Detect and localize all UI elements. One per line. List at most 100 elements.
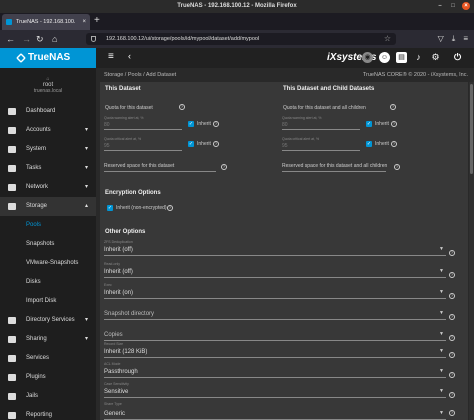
help-icon[interactable]: ?	[449, 335, 455, 341]
help-icon[interactable]: ?	[179, 104, 185, 110]
reserved-space-field[interactable]: Reserved space for this dataset	[104, 162, 216, 172]
sidebar-item-jails[interactable]: Jails	[0, 387, 96, 406]
sidebar-item-storage[interactable]: Storage ▴	[0, 197, 96, 216]
help-icon[interactable]: ?	[390, 104, 396, 110]
case-sensitivity-select[interactable]: Case Sensitivity Sensitive ▼	[104, 382, 446, 398]
sidebar-item-label: Sharing	[26, 336, 47, 342]
field-value: 95	[282, 143, 288, 149]
scrollbar[interactable]	[469, 82, 474, 420]
sidebar-item-dashboard[interactable]: Dashboard	[0, 102, 96, 121]
inherit-checkbox[interactable]: ✓	[366, 121, 372, 127]
help-icon[interactable]: ?	[449, 314, 455, 320]
menu-icon[interactable]: ≡	[463, 33, 468, 45]
help-icon[interactable]: ?	[167, 205, 173, 211]
sidebar-item-label: Storage	[26, 203, 48, 209]
inherit-encryption-checkbox[interactable]: ✓	[107, 205, 113, 211]
breadcrumb: Storage / Pools / Add Dataset TrueNAS CO…	[96, 68, 474, 82]
downloads-icon[interactable]: ⤓	[452, 33, 456, 45]
sidebar-item-plugins[interactable]: Plugins	[0, 368, 96, 387]
sidebar-item-network[interactable]: Network ▾	[0, 178, 96, 197]
help-icon[interactable]: ?	[449, 250, 455, 256]
quota-critical-field[interactable]: Quota critical alert at, % 95	[104, 137, 182, 151]
sidebar-item-accounts[interactable]: Accounts ▾	[0, 121, 96, 140]
sidebar-item-directory-services[interactable]: Directory Services ▾	[0, 311, 96, 330]
child-reserved-space-field[interactable]: Reserved space for this dataset and all …	[282, 162, 387, 172]
help-icon[interactable]: ?	[391, 141, 397, 147]
close-icon[interactable]: ×	[462, 2, 470, 10]
select-placeholder: Case Sensitivity	[104, 382, 129, 386]
inherit-checkbox[interactable]: ✓	[188, 121, 194, 127]
help-icon[interactable]: ?	[449, 372, 455, 378]
help-icon[interactable]: ?	[213, 141, 219, 147]
pocket-icon[interactable]: ▽	[438, 33, 444, 45]
new-tab-icon[interactable]: +	[94, 15, 100, 27]
back-icon[interactable]: ←	[6, 33, 15, 45]
sidebar-subitem-pools[interactable]: Pools	[0, 216, 96, 235]
sidebar-item-label: Tasks	[26, 165, 42, 171]
sidebar-item-tasks[interactable]: Tasks ▾	[0, 159, 96, 178]
feedback-icon[interactable]: ☺	[379, 52, 390, 63]
bookmark-star-icon[interactable]: ☆	[384, 33, 391, 45]
help-icon[interactable]: ?	[391, 121, 397, 127]
exec-select[interactable]: Exec Inherit (on) ▼	[104, 283, 446, 299]
settings-gear-icon[interactable]: ⚙	[430, 52, 441, 63]
notifications-bell-icon[interactable]: ♪	[413, 52, 424, 63]
sidebar-item-system[interactable]: System ▾	[0, 140, 96, 159]
home-icon[interactable]: ⌂	[52, 33, 57, 45]
help-icon[interactable]: ?	[449, 272, 455, 278]
directory-services-status-icon[interactable]: ▤	[396, 52, 407, 63]
quota-children-label: Quota for this dataset and all children	[283, 105, 366, 111]
directory-services-icon	[8, 317, 16, 324]
browser-tab[interactable]: TrueNAS - 192.168.100. ×	[2, 14, 90, 30]
record-size-select[interactable]: Record Size Inherit (128 KiB) ▼	[104, 342, 446, 358]
user-info: ⌂ root truenas.local	[0, 68, 96, 102]
sidebar-item-label: Services	[26, 355, 50, 361]
select-value: Generic	[104, 411, 126, 417]
host-name: truenas.local	[33, 88, 63, 94]
sidebar-item-sharing[interactable]: Sharing ▾	[0, 330, 96, 349]
url-bar[interactable]: 192.168.100.12/ui/storage/pools/id/mypoo…	[86, 33, 396, 45]
maximize-icon[interactable]: □	[449, 2, 457, 10]
child-quota-warning-field[interactable]: Quota warning alert at, % 80	[282, 116, 360, 130]
copies-select[interactable]: Copies ▼	[104, 325, 446, 341]
snapshot-directory-select[interactable]: Snapshot directory ▼	[104, 304, 446, 320]
quota-warning-field[interactable]: Quota warning alert at, % 80	[104, 116, 182, 130]
forward-icon[interactable]: →	[22, 33, 31, 45]
acl-mode-select[interactable]: ACL Mode Passthrough ▼	[104, 362, 446, 378]
help-icon[interactable]: ?	[221, 164, 227, 170]
help-icon[interactable]: ?	[449, 392, 455, 398]
sidebar-item-reporting[interactable]: Reporting	[0, 406, 96, 420]
help-icon[interactable]: ?	[394, 164, 400, 170]
help-icon[interactable]: ?	[449, 410, 455, 416]
deduplication-select[interactable]: ZFS Deduplication Inherit (off) ▼	[104, 240, 446, 256]
share-type-select[interactable]: Share Type Generic ▼	[104, 402, 446, 420]
sidebar-toggle-icon[interactable]: ≡	[108, 51, 114, 62]
sidebar-subitem-vmware-snapshots[interactable]: VMware-Snapshots	[0, 254, 96, 273]
truecommand-icon[interactable]: ◉	[362, 52, 373, 63]
readonly-select[interactable]: Read-only Inherit (off) ▼	[104, 262, 446, 278]
tab-close-icon[interactable]: ×	[82, 14, 86, 30]
sidebar-item-label: Network	[26, 184, 49, 190]
reload-icon[interactable]: ↻	[36, 33, 44, 45]
sidebar-item-services[interactable]: Services	[0, 349, 96, 368]
truenas-logo[interactable]: TrueNAS	[0, 48, 96, 68]
chevron-left-icon[interactable]: ‹	[128, 51, 131, 61]
help-icon[interactable]: ?	[213, 121, 219, 127]
chevron-down-icon: ▾	[84, 146, 88, 152]
sidebar-subitem-import-disk[interactable]: Import Disk	[0, 292, 96, 311]
select-value: Passthrough	[104, 369, 138, 375]
network-icon	[8, 184, 16, 191]
power-icon[interactable]: ⏻	[452, 52, 463, 63]
sidebar-subitem-snapshots[interactable]: Snapshots	[0, 235, 96, 254]
help-icon[interactable]: ?	[449, 293, 455, 299]
quota-label: Quota for this dataset	[105, 105, 153, 111]
inherit-checkbox[interactable]: ✓	[366, 141, 372, 147]
minimize-icon[interactable]: –	[436, 2, 444, 10]
chevron-up-icon: ▴	[84, 203, 88, 209]
inherit-checkbox[interactable]: ✓	[188, 141, 194, 147]
tasks-icon	[8, 165, 16, 172]
help-icon[interactable]: ?	[449, 352, 455, 358]
sidebar-subitem-disks[interactable]: Disks	[0, 273, 96, 292]
child-quota-critical-field[interactable]: Quota critical alert at, % 95	[282, 137, 360, 151]
scrollbar-thumb[interactable]	[470, 84, 473, 174]
